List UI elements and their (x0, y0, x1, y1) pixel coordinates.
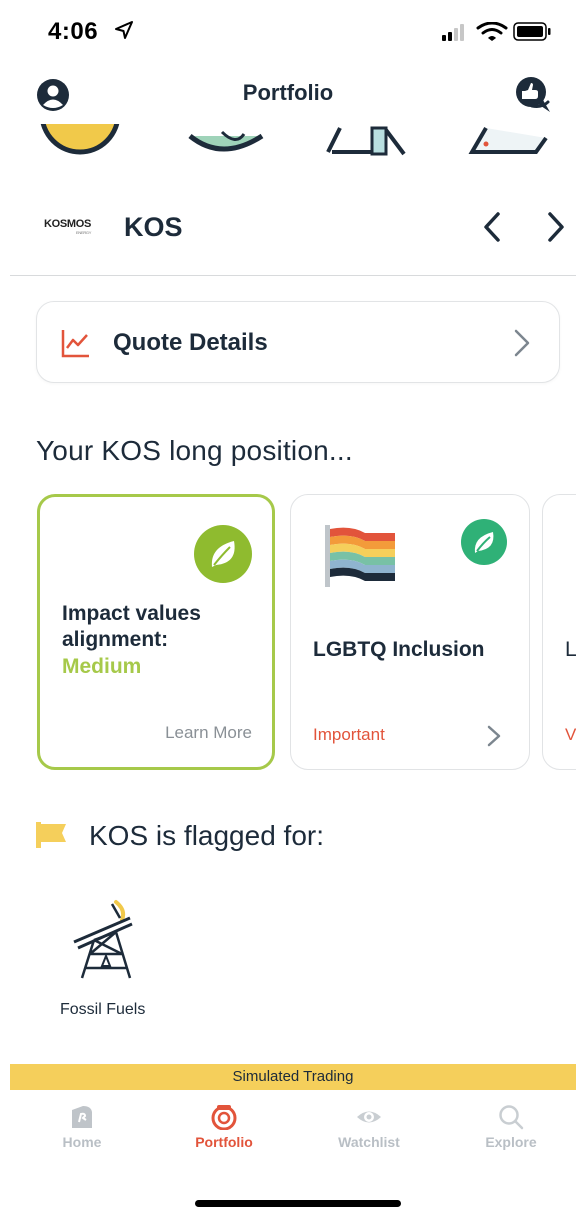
building-icon (326, 126, 406, 156)
stock-ticker: KOS (124, 212, 183, 242)
tab-bar: Home Portfolio Watchlist Explore (10, 1090, 576, 1170)
home-indicator (195, 1200, 401, 1207)
nav-header: Portfolio (0, 62, 576, 124)
rainbow-flag-icon (325, 525, 395, 587)
values-card-partial[interactable]: L V (542, 494, 576, 770)
previous-stock-button[interactable] (480, 210, 504, 244)
signal-icon (442, 24, 464, 41)
globe-icon (188, 130, 264, 152)
values-card-label: L (565, 638, 576, 661)
values-card-status: V (565, 725, 576, 744)
portfolio-icon (211, 1105, 237, 1130)
status-icons (442, 22, 551, 41)
leaf-icon (194, 525, 252, 583)
tab-explore[interactable]: Explore (461, 1104, 561, 1150)
search-icon (499, 1105, 524, 1130)
leaf-icon (461, 519, 507, 565)
flagged-section-title: KOS is flagged for: (89, 820, 325, 851)
quote-details-label: Quote Details (113, 329, 268, 356)
importance-status: Important (313, 725, 385, 744)
flag-item-label: Fossil Fuels (60, 1001, 146, 1018)
tab-portfolio[interactable]: Portfolio (174, 1104, 274, 1150)
chevron-right-icon (487, 725, 501, 747)
impact-alignment-card[interactable]: Impact values alignment: Medium Learn Mo… (37, 494, 275, 770)
page-title: Portfolio (242, 80, 334, 105)
position-section-title: Your KOS long position... (36, 435, 353, 466)
battery-icon (513, 22, 551, 41)
tab-watchlist[interactable]: Watchlist (319, 1104, 419, 1150)
eye-icon (357, 1111, 381, 1123)
learn-more-link[interactable]: Learn More (165, 723, 252, 743)
line-chart-icon (61, 330, 89, 358)
tray-icon (468, 126, 548, 154)
chevron-right-icon (514, 329, 530, 357)
category-icon-strip (40, 124, 548, 156)
tab-home[interactable]: Home (32, 1104, 132, 1150)
quote-details-button[interactable]: Quote Details (36, 301, 560, 383)
lgbtq-inclusion-label: LGBTQ Inclusion (313, 638, 485, 661)
company-logo: KOSMOS ENERGY (44, 218, 92, 235)
simulated-trading-banner: Simulated Trading (10, 1064, 576, 1090)
location-arrow-icon (115, 21, 133, 39)
stock-header: KOSMOS ENERGY KOS (10, 182, 576, 276)
lgbtq-inclusion-card[interactable]: LGBTQ Inclusion Important (290, 494, 530, 770)
wifi-icon (476, 22, 508, 41)
radiation-icon (40, 124, 120, 155)
next-stock-button[interactable] (544, 210, 568, 244)
chat-thumbs-icon[interactable] (512, 74, 554, 114)
impact-alignment-label: Impact values alignment: (62, 602, 201, 651)
home-icon (72, 1106, 92, 1128)
impact-alignment-level: Medium (62, 655, 142, 678)
status-bar: 4:06 (0, 0, 576, 60)
oil-derrick-icon[interactable] (72, 898, 140, 980)
flag-icon (36, 822, 66, 848)
status-time: 4:06 (48, 18, 99, 45)
